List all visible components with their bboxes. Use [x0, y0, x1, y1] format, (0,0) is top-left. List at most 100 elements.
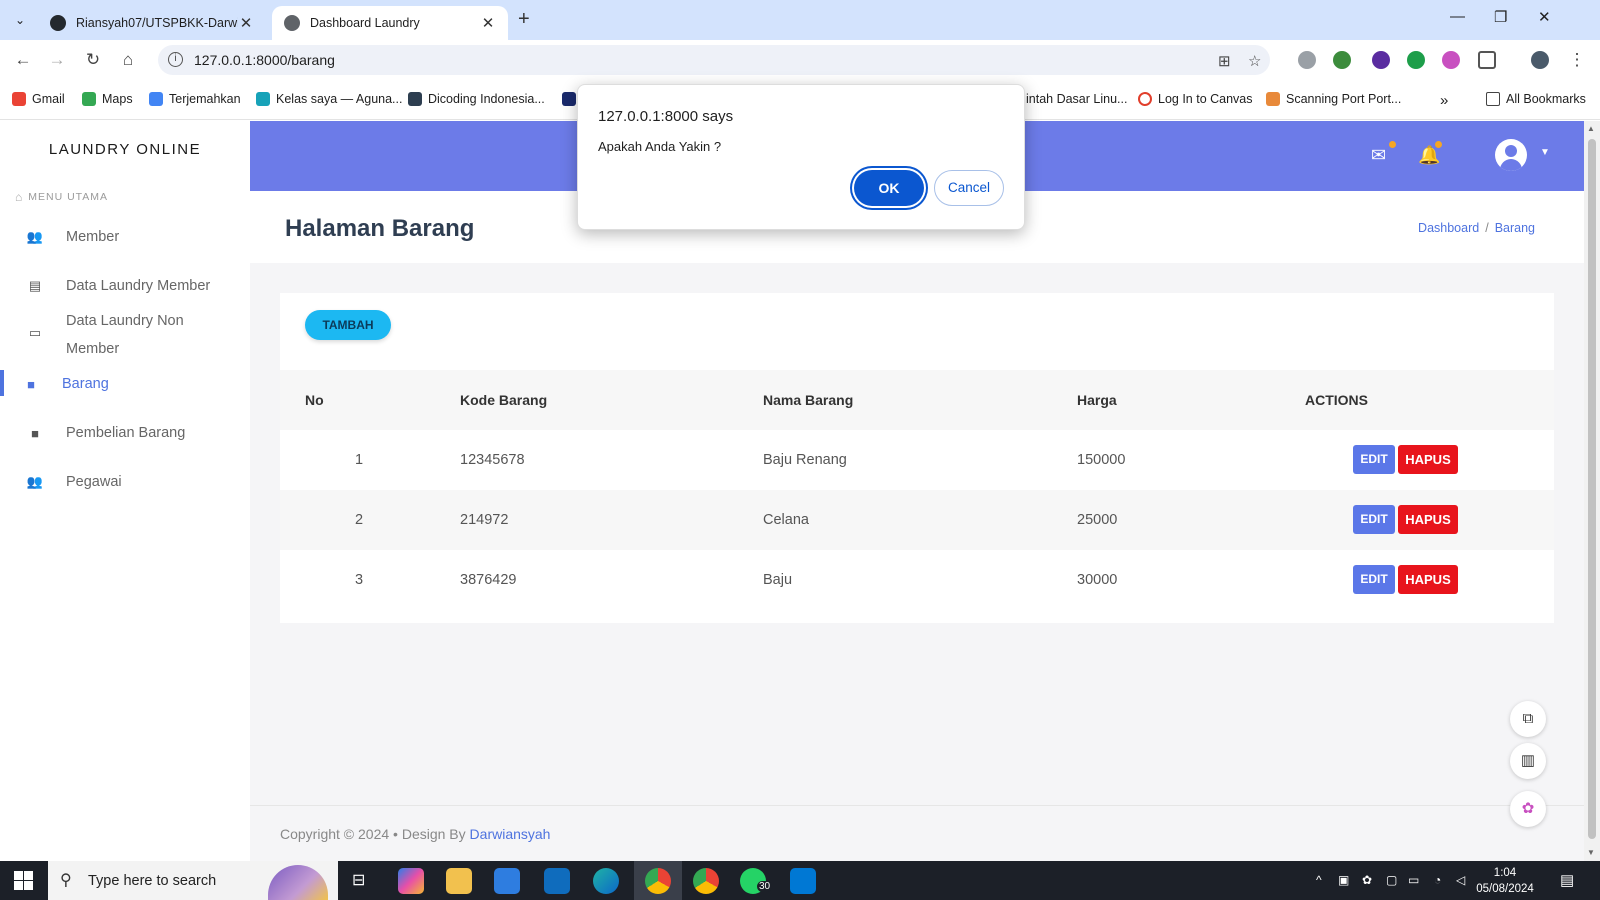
translate-floating-icon[interactable]: ⧉: [1510, 701, 1546, 737]
copilot-icon[interactable]: [398, 868, 424, 894]
page-scrollbar[interactable]: ▲ ▼: [1584, 121, 1600, 861]
author-link[interactable]: Darwiansyah: [470, 826, 551, 842]
shield-extension-icon[interactable]: [1407, 51, 1425, 69]
edit-button[interactable]: EDIT: [1353, 445, 1395, 474]
sidebar-item-pembelian-barang[interactable]: ■ Pembelian Barang: [0, 419, 250, 447]
extension-icon[interactable]: [1372, 51, 1390, 69]
address-bar[interactable]: i 127.0.0.1:8000/barang ⊞ ☆: [158, 45, 1270, 75]
profile-avatar[interactable]: [1531, 51, 1549, 69]
taskbar-search[interactable]: ⚲ Type here to search: [48, 861, 338, 900]
edit-button[interactable]: EDIT: [1353, 505, 1395, 534]
user-avatar[interactable]: [1495, 139, 1527, 171]
bookmark-star-icon[interactable]: ☆: [1248, 52, 1261, 70]
ok-button[interactable]: OK: [854, 170, 924, 206]
sidebar-item-data-laundry-non-member[interactable]: ▭ Data Laundry Non Member: [0, 307, 250, 363]
kebab-menu-icon[interactable]: ⋮: [1566, 50, 1588, 70]
camera-extension-icon[interactable]: [1298, 51, 1316, 69]
sidebar-item-label: Pembelian Barang: [66, 425, 186, 441]
restore-icon[interactable]: ❐: [1494, 8, 1507, 26]
breadcrumb: Dashboard / Barang: [1418, 221, 1535, 235]
tray-app-icon[interactable]: ▣: [1338, 873, 1349, 887]
bookmark-dicoding[interactable]: Dicoding Indonesia...: [408, 92, 545, 106]
file-explorer-icon[interactable]: [446, 868, 472, 894]
scroll-up-icon[interactable]: ▲: [1587, 124, 1595, 133]
task-view-icon[interactable]: ⊟: [352, 870, 365, 890]
volume-icon[interactable]: ◁: [1456, 873, 1465, 887]
sidebar-item-label: Barang: [62, 376, 109, 392]
bookmark-scanning[interactable]: Scanning Port Port...: [1266, 92, 1401, 106]
scroll-down-icon[interactable]: ▼: [1587, 848, 1595, 857]
bookmark-label: Kelas saya — Aguna...: [276, 92, 403, 106]
edit-button[interactable]: EDIT: [1353, 565, 1395, 594]
ai-assistant-icon[interactable]: ✿: [1510, 791, 1546, 827]
bookmark-gmail[interactable]: Gmail: [12, 92, 65, 106]
bookmark-linux[interactable]: intah Dasar Linu...: [1026, 92, 1127, 106]
notifications-icon[interactable]: ▤: [1560, 871, 1574, 889]
windows-start-icon[interactable]: [14, 871, 33, 890]
mail-icon[interactable]: ✉: [1371, 145, 1386, 166]
tab-title: Riansyah07/UTSPBKK-Darwians: [76, 16, 238, 30]
table-header: No Kode Barang Nama Barang Harga ACTIONS: [280, 370, 1554, 430]
tab-dashboard-laundry[interactable]: Dashboard Laundry ✕: [272, 6, 508, 40]
meet-now-icon[interactable]: ▢: [1386, 873, 1397, 887]
extension-icon[interactable]: [1333, 51, 1351, 69]
reader-mode-icon[interactable]: ▥: [1510, 743, 1546, 779]
sidebar-item-data-laundry-member[interactable]: ▤ Data Laundry Member: [0, 272, 250, 300]
column-header-nama: Nama Barang: [763, 392, 854, 408]
table-row: 1 12345678 Baju Renang 150000 EDIT HAPUS: [280, 430, 1554, 490]
chevron-down-icon[interactable]: ▼: [1540, 147, 1550, 158]
bookmark-canvas[interactable]: Log In to Canvas: [1138, 92, 1253, 106]
close-tab-icon[interactable]: ✕: [480, 14, 496, 32]
sidebar-item-pegawai[interactable]: 👥 Pegawai: [0, 468, 250, 496]
delete-button[interactable]: HAPUS: [1398, 565, 1458, 594]
vscode-icon[interactable]: [790, 868, 816, 894]
search-highlight-image: [268, 865, 328, 900]
new-tab-button[interactable]: +: [518, 8, 530, 31]
more-bookmarks-button[interactable]: »: [1440, 92, 1448, 109]
sidebar-item-barang[interactable]: ■ Barang: [0, 370, 250, 398]
outlook-icon[interactable]: [544, 868, 570, 894]
sidebar-item-member[interactable]: 👥 Member: [0, 223, 250, 251]
back-icon[interactable]: ←: [12, 50, 34, 70]
site-info-icon[interactable]: i: [168, 52, 183, 67]
bookmark-maps[interactable]: Maps: [82, 92, 133, 106]
microsoft-store-icon[interactable]: [494, 868, 520, 894]
system-clock[interactable]: 1:04 05/08/2024: [1470, 865, 1540, 897]
translate-icon[interactable]: ⊞: [1218, 52, 1231, 70]
minimize-icon[interactable]: —: [1450, 8, 1465, 25]
puzzle-extensions-icon[interactable]: [1478, 51, 1496, 69]
forward-icon[interactable]: →: [46, 50, 68, 70]
delete-button[interactable]: HAPUS: [1398, 505, 1458, 534]
all-bookmarks-button[interactable]: All Bookmarks: [1486, 92, 1586, 106]
close-tab-icon[interactable]: ✕: [238, 14, 254, 32]
reload-icon[interactable]: ↻: [82, 50, 104, 70]
chrome-icon[interactable]: [645, 868, 671, 894]
column-header-actions: ACTIONS: [1305, 392, 1368, 408]
chrome-icon[interactable]: [693, 868, 719, 894]
mail-badge: [1389, 141, 1396, 148]
add-barang-button[interactable]: TAMBAH: [305, 310, 391, 340]
chevron-up-icon[interactable]: ^: [1316, 873, 1322, 887]
bookmark-translate[interactable]: Terjemahkan: [149, 92, 241, 106]
scroll-thumb[interactable]: [1588, 139, 1596, 839]
tray-app-icon[interactable]: ✿: [1362, 873, 1372, 887]
bell-icon[interactable]: 🔔: [1418, 145, 1440, 166]
extension-icon[interactable]: [1442, 51, 1460, 69]
home-icon[interactable]: ⌂: [117, 50, 139, 70]
tab-search-button[interactable]: ⌄: [8, 8, 32, 32]
brand-title[interactable]: LAUNDRY ONLINE: [0, 141, 250, 158]
page-title: Halaman Barang: [285, 215, 475, 242]
canvas-icon: [1138, 92, 1152, 106]
edge-icon[interactable]: [593, 868, 619, 894]
breadcrumb-dashboard[interactable]: Dashboard: [1418, 221, 1479, 235]
battery-icon[interactable]: ▭: [1408, 873, 1419, 887]
cancel-button[interactable]: Cancel: [934, 170, 1004, 206]
cell-harga: 150000: [1077, 452, 1126, 468]
tab-title: Dashboard Laundry: [310, 16, 420, 30]
close-window-icon[interactable]: ✕: [1538, 8, 1551, 26]
delete-button[interactable]: HAPUS: [1398, 445, 1458, 474]
bookmark-kelas[interactable]: Kelas saya — Aguna...: [256, 92, 402, 106]
tab-github[interactable]: Riansyah07/UTSPBKK-Darwians ✕: [38, 6, 266, 40]
breadcrumb-barang[interactable]: Barang: [1495, 221, 1535, 235]
wifi-icon[interactable]: ◔: [1434, 873, 1441, 887]
